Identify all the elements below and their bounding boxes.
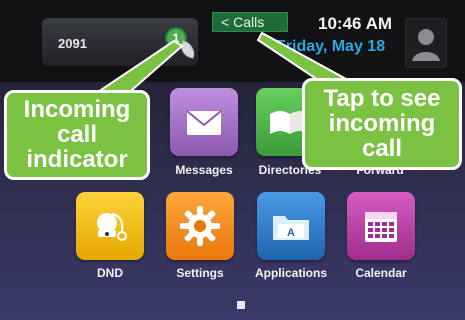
- tap-to-see-call-callout: Tap to see incoming call: [302, 78, 462, 170]
- callout-right-line-2: incoming: [328, 110, 436, 138]
- incoming-call-indicator-callout: Incoming call indicator: [4, 90, 150, 180]
- callout-right-line-1: Tap to see: [323, 85, 441, 112]
- callout-left-line-1: Incoming: [23, 96, 131, 123]
- callout-right-line-3: call: [361, 135, 403, 163]
- phone-home-screen: 2091 1 < Calls 10:46 AM Friday, May 18 M…: [0, 0, 465, 320]
- callout-left-line-2: call: [56, 121, 98, 149]
- callout-left-line-3: indicator: [26, 146, 128, 174]
